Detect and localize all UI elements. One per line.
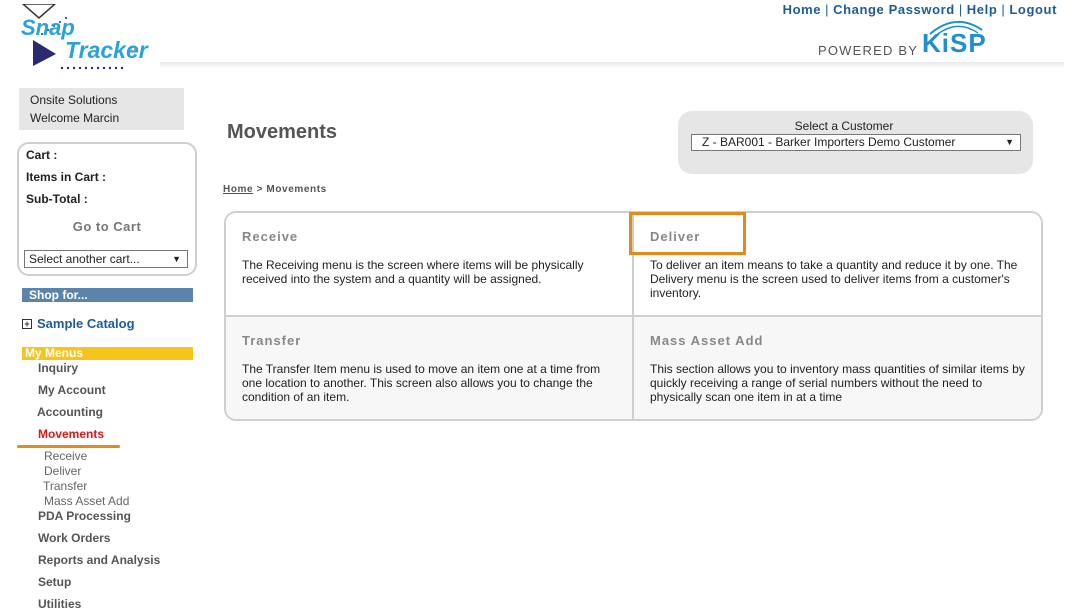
menu-movements[interactable]: Movements [38,427,104,441]
catalog-label: Sample Catalog [37,316,135,331]
mass-asset-add-description: This section allows you to inventory mas… [650,362,1025,404]
dropdown-arrow-icon: ▼ [1005,137,1014,147]
snaptracker-logo[interactable]: Snap Tracker TM [18,4,178,74]
welcome-text: Welcome Marcin [30,111,120,125]
top-nav: Home | Change Password | Help | Logout [783,2,1057,17]
cart-panel: Cart : Items in Cart : Sub-Total : Go to… [17,142,197,276]
separator: | [1001,2,1006,17]
menu-utilities[interactable]: Utilities [38,597,81,611]
go-to-cart-button[interactable]: Go to Cart [19,219,195,234]
cart-select-value: Select another cart... [29,252,140,266]
breadcrumb-current: Movements [266,184,327,195]
transfer-description: The Transfer Item menu is used to move a… [242,362,601,404]
powered-by-text: POWERED BY [818,43,919,58]
dropdown-arrow-icon: ▼ [172,254,181,264]
submenu-deliver[interactable]: Deliver [44,464,81,478]
my-menus-header: My Menus [22,347,193,360]
receive-title[interactable]: Receive [242,229,298,244]
home-link[interactable]: Home [783,2,822,17]
separator: | [958,2,963,17]
submenu-receive[interactable]: Receive [44,449,87,463]
breadcrumb: Home > Movements [223,184,327,195]
submenu-mass-asset-add[interactable]: Mass Asset Add [44,494,129,508]
customer-select[interactable]: Z - BAR001 - Barker Importers Demo Custo… [691,134,1021,151]
menu-setup[interactable]: Setup [38,575,71,589]
separator: | [825,2,830,17]
sample-catalog-link[interactable]: + Sample Catalog [22,316,135,331]
company-name: Onsite Solutions [30,93,118,107]
cart-select[interactable]: Select another cart... ▼ [24,250,188,268]
menu-pda-processing[interactable]: PDA Processing [38,509,131,523]
change-password-link[interactable]: Change Password [833,2,955,17]
menu-accounting[interactable]: Accounting [37,405,103,419]
items-in-cart-label: Items in Cart : [26,170,107,184]
breadcrumb-separator: > [256,184,264,195]
deliver-description: To deliver an item means to take a quant… [650,258,1018,300]
customer-label: Select a Customer [794,119,894,133]
receive-description: The Receiving menu is the screen where i… [242,258,584,286]
cart-label: Cart : [26,148,58,162]
help-link[interactable]: Help [967,2,998,17]
deliver-highlight-box [629,212,746,255]
expand-plus-icon[interactable]: + [22,319,32,329]
menu-work-orders[interactable]: Work Orders [38,531,110,545]
logout-link[interactable]: Logout [1009,2,1057,17]
transfer-title[interactable]: Transfer [242,333,301,348]
customer-selector-panel: Select a Customer Z - BAR001 - Barker Im… [678,111,1033,174]
subtotal-label: Sub-Total : [26,192,88,206]
kisp-logo: KiSP [922,28,987,58]
customer-select-value: Z - BAR001 - Barker Importers Demo Custo… [702,135,956,149]
page-title: Movements [227,121,338,143]
breadcrumb-home[interactable]: Home [223,184,253,195]
transfer-card[interactable]: Transfer The Transfer Item menu is used … [226,317,634,419]
mass-asset-add-card[interactable]: Mass Asset Add This section allows you t… [634,317,1041,419]
submenu-transfer[interactable]: Transfer [43,479,87,493]
logo-tm: TM [130,48,139,54]
header-divider [160,62,1064,68]
menu-inquiry[interactable]: Inquiry [38,361,78,375]
active-menu-underline [17,445,120,448]
receive-card[interactable]: Receive The Receiving menu is the screen… [226,213,634,317]
shop-for-header[interactable]: Shop for... [22,288,193,302]
welcome-box: Onsite Solutions Welcome Marcin [19,88,184,130]
mass-asset-add-title[interactable]: Mass Asset Add [650,333,763,348]
menu-my-account[interactable]: My Account [38,383,106,397]
menu-reports-and-analysis[interactable]: Reports and Analysis [38,553,160,567]
